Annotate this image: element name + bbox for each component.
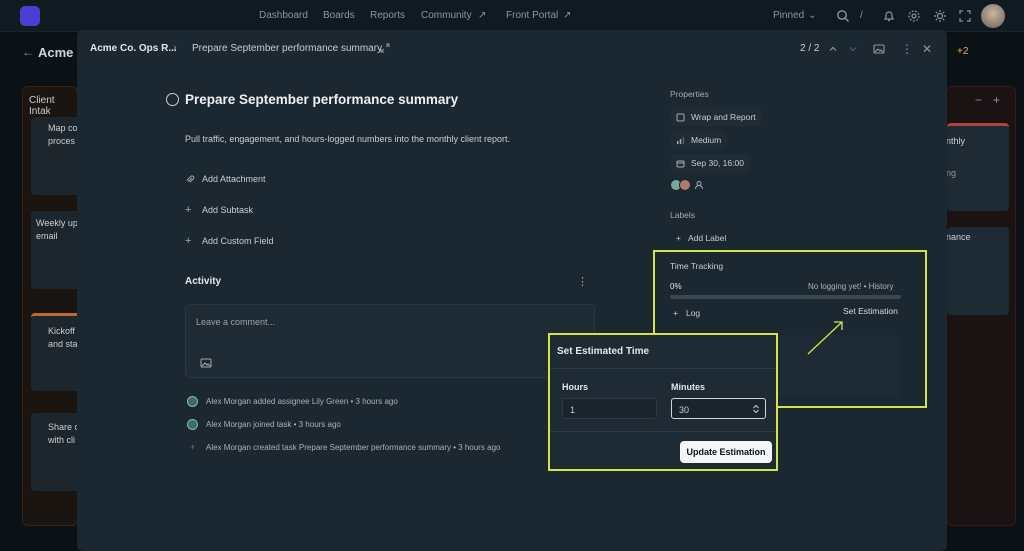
labels-heading: Labels [670, 210, 696, 220]
nav-dashboard[interactable]: Dashboard [259, 10, 308, 21]
card-title: nthly [946, 136, 966, 146]
plus-icon: + [185, 235, 192, 247]
add-subtask-label: Add Subtask [202, 205, 254, 215]
activity-log-text: Alex Morgan joined task • 3 hours ago [206, 420, 341, 429]
workspace-name[interactable]: Acme Co. Ops R... [90, 43, 177, 54]
pinned-dropdown[interactable]: Pinned [773, 10, 804, 21]
members-badge: +2 [957, 46, 969, 57]
divider [550, 368, 776, 369]
board-column-client-intake: Client Intak [22, 86, 81, 526]
calendar-icon [676, 160, 685, 167]
chevron-down-icon: ⌄ [808, 10, 817, 21]
avatar [187, 419, 198, 430]
card-title: Kickoff and sta [48, 326, 78, 349]
card-title: Map co proces [48, 123, 78, 146]
nav-front-portal[interactable]: Front Portal [506, 10, 558, 21]
task-title[interactable]: Prepare September performance summary [185, 92, 458, 107]
task-pager: 2 / 2 [800, 43, 820, 54]
add-user-icon[interactable] [694, 180, 704, 190]
nav-reports[interactable]: Reports [370, 10, 405, 21]
priority-bars-icon [677, 136, 685, 144]
plus-icon: + [185, 204, 192, 216]
user-avatar[interactable] [981, 4, 1005, 28]
properties-heading: Properties [670, 89, 709, 99]
column-title: Client Intak [29, 95, 55, 117]
chevron-up-icon[interactable] [826, 42, 840, 56]
activity-options-icon[interactable]: ⋮ [577, 275, 588, 288]
modal-header: Acme Co. Ops R... › Prepare September pe… [77, 30, 947, 68]
minutes-input[interactable]: 30 [671, 398, 766, 419]
minus-icon[interactable]: − [975, 93, 982, 107]
card-title: Share c with cli [48, 422, 79, 445]
stage-property[interactable]: Wrap and Report [670, 108, 762, 126]
top-navbar: Dashboard Boards Reports Community ↗ Fro… [0, 0, 1024, 32]
add-subtask-button[interactable]: + Add Subtask [185, 204, 254, 216]
update-estimation-button[interactable]: Update Estimation [680, 441, 772, 463]
stage-icon [676, 113, 685, 121]
breadcrumb-task: Prepare September performance summary [192, 43, 383, 54]
add-attachment-label: Add Attachment [202, 174, 266, 184]
search-icon[interactable] [836, 9, 850, 23]
hours-value: 1 [570, 405, 576, 415]
add-label-button[interactable]: + Add Label [676, 233, 726, 243]
card-title: Weekly up email [36, 218, 78, 241]
minutes-label: Minutes [671, 382, 706, 392]
more-options-icon[interactable]: ⋮ [900, 42, 914, 56]
bell-icon[interactable] [882, 9, 896, 23]
avatar [187, 396, 198, 407]
assignees[interactable] [670, 179, 704, 191]
chevron-down-icon[interactable] [846, 42, 860, 56]
priority-value: Medium [691, 135, 722, 145]
due-date-value: Sep 30, 16:00 [691, 158, 744, 168]
close-icon[interactable]: ✕ [920, 42, 934, 56]
external-link-icon: ↗ [478, 10, 487, 21]
slash-shortcut-icon: / [860, 10, 863, 21]
divider [550, 431, 776, 432]
due-date-property[interactable]: Sep 30, 16:00 [670, 154, 750, 172]
comment-input[interactable]: Leave a comment... [185, 304, 595, 378]
card-title: ng [946, 168, 957, 178]
annotation-arrow [807, 321, 843, 355]
activity-log-text: Alex Morgan added assignee Lily Green • … [206, 397, 398, 406]
gear-icon[interactable] [907, 9, 921, 23]
add-label-text: Add Label [687, 233, 727, 243]
board-column-right: − + [946, 86, 1016, 526]
external-link-icon: ↗ [563, 10, 572, 21]
image-icon[interactable] [872, 42, 886, 56]
paperclip-icon [187, 175, 195, 183]
nav-community[interactable]: Community [421, 10, 472, 21]
fullscreen-icon[interactable] [958, 9, 972, 23]
avatar [679, 179, 691, 191]
plus-icon: + [189, 442, 196, 452]
activity-log-item: + Alex Morgan created task Prepare Septe… [187, 442, 501, 452]
hours-input[interactable]: 1 [562, 398, 657, 419]
sun-icon[interactable] [933, 9, 947, 23]
add-custom-field-label: Add Custom Field [202, 236, 274, 246]
plus-icon[interactable]: + [993, 93, 1000, 107]
back-arrow-icon[interactable]: ← [22, 45, 34, 59]
activity-log-item: Alex Morgan added assignee Lily Green • … [187, 396, 398, 407]
activity-log-item: Alex Morgan joined task • 3 hours ago [187, 419, 341, 430]
app-logo[interactable] [20, 6, 40, 26]
stage-value: Wrap and Report [691, 112, 756, 122]
stepper-icon[interactable] [752, 404, 760, 414]
plus-icon: + [676, 233, 681, 243]
card-title: nance [946, 232, 971, 242]
set-estimated-time-popup: Set Estimated Time Hours 1 Minutes 30 Up… [548, 333, 778, 471]
hours-label: Hours [562, 382, 589, 392]
comment-placeholder: Leave a comment... [196, 317, 276, 327]
nav-boards[interactable]: Boards [323, 10, 355, 21]
task-description[interactable]: Pull traffic, engagement, and hours-logg… [185, 134, 510, 144]
task-complete-checkbox[interactable] [166, 93, 179, 106]
minutes-value: 30 [679, 405, 690, 415]
expand-icon[interactable] [380, 43, 390, 53]
activity-heading: Activity [185, 276, 222, 287]
priority-property[interactable]: Medium [670, 131, 728, 149]
chevron-right-icon: › [173, 42, 177, 54]
image-upload-icon[interactable] [200, 357, 212, 369]
popup-title: Set Estimated Time [557, 346, 650, 357]
add-custom-field-button[interactable]: + Add Custom Field [185, 235, 274, 247]
activity-log-text: Alex Morgan created task Prepare Septemb… [206, 442, 501, 452]
add-attachment-button[interactable]: Add Attachment [185, 174, 266, 184]
